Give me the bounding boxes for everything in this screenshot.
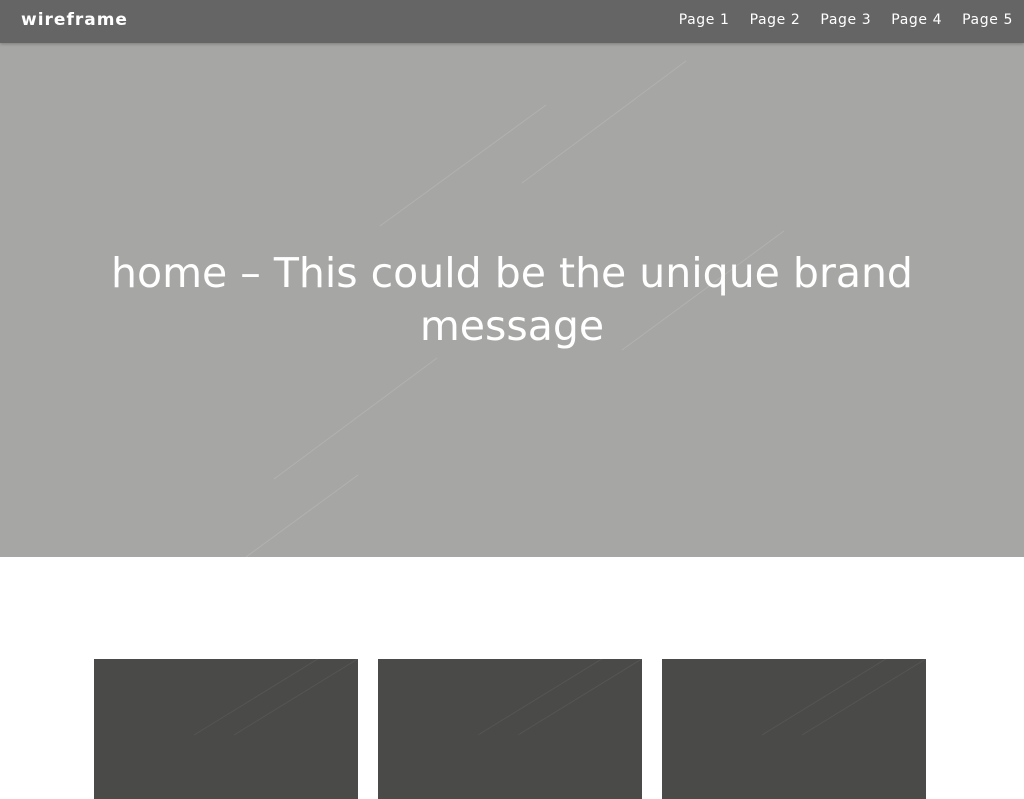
- main-nav: Page 1 Page 2 Page 3 Page 4 Page 5: [679, 12, 1013, 28]
- hero-banner: home – This could be the unique brand me…: [0, 43, 1024, 557]
- nav-link-page-1[interactable]: Page 1: [679, 12, 730, 28]
- content-card-3[interactable]: [662, 659, 926, 799]
- nav-link-page-2[interactable]: Page 2: [750, 12, 801, 28]
- nav-link-page-3[interactable]: Page 3: [820, 12, 871, 28]
- nav-link-page-5[interactable]: Page 5: [962, 12, 1013, 28]
- content-card-1[interactable]: [94, 659, 358, 799]
- hero-title: home – This could be the unique brand me…: [111, 249, 913, 350]
- card-decorative-lines: [477, 659, 642, 736]
- top-navigation-bar: wireframe Page 1 Page 2 Page 3 Page 4 Pa…: [0, 0, 1024, 43]
- card-decorative-lines: [193, 659, 358, 736]
- content-card-2[interactable]: [378, 659, 642, 799]
- card-row: [94, 659, 926, 799]
- brand-logo-text[interactable]: wireframe: [21, 10, 128, 30]
- nav-link-page-4[interactable]: Page 4: [891, 12, 942, 28]
- card-decorative-lines: [761, 659, 926, 736]
